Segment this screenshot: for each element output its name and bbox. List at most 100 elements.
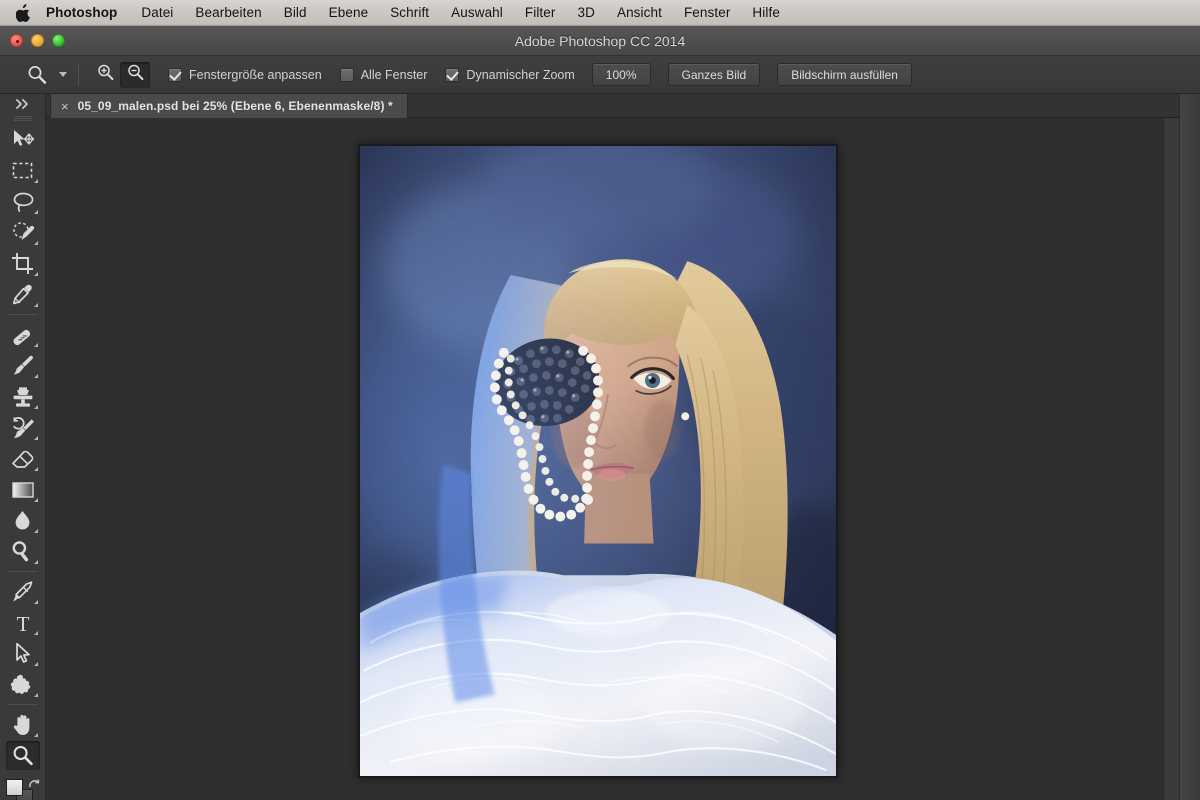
healing-brush-tool-icon (13, 329, 31, 345)
expand-panel-button[interactable] (0, 94, 45, 112)
gradient-tool[interactable] (0, 474, 45, 505)
canvas-workspace[interactable] (46, 118, 1163, 800)
tools-divider-1 (7, 314, 38, 315)
zoom-out-button[interactable] (120, 61, 150, 88)
move-tool[interactable] (0, 124, 45, 155)
color-swatches (0, 775, 45, 800)
apple-logo-icon[interactable] (14, 3, 32, 23)
canvas-vertical-scrollbar[interactable] (1163, 118, 1179, 800)
hand-tool-icon (13, 714, 29, 735)
scrubby-zoom-checkbox[interactable]: Dynamischer Zoom (445, 67, 575, 82)
collapsed-panels-dock[interactable] (1179, 94, 1200, 800)
menu-item-auswahl[interactable]: Auswahl (440, 0, 514, 26)
eyedropper-tool[interactable] (0, 279, 45, 310)
zoom-tool-icon (26, 64, 48, 86)
crop-tool[interactable] (0, 248, 45, 279)
zoom-out-icon (126, 63, 145, 87)
foreground-color-swatch[interactable] (6, 779, 23, 796)
menu-item-3d[interactable]: 3D (567, 0, 606, 26)
history-brush-tool[interactable] (0, 412, 45, 443)
brush-tool[interactable] (0, 350, 45, 381)
portrait-photo (360, 146, 836, 776)
zoom-in-button[interactable] (90, 62, 120, 88)
checkbox-box (445, 67, 460, 82)
brush-tool-icon (13, 355, 33, 375)
zoom-in-icon (96, 63, 115, 87)
lasso-tool-icon (13, 192, 33, 212)
menu-item-filter[interactable]: Filter (514, 0, 567, 26)
checkbox-box (168, 67, 182, 82)
photoshop-window: Photoshop Datei Bearbeiten Bild Ebene Sc… (0, 0, 1200, 800)
menu-item-schrift[interactable]: Schrift (379, 0, 440, 26)
quick-selection-tool-icon (13, 222, 35, 240)
menu-item-ebene[interactable]: Ebene (318, 0, 380, 26)
pen-tool[interactable] (0, 576, 45, 607)
document-tab[interactable]: × 05_09_malen.psd bei 25% (Ebene 6, Eben… (50, 94, 408, 118)
options-separator-1 (78, 63, 79, 86)
fit-screen-button[interactable]: Ganzes Bild (667, 63, 761, 86)
checkbox-box (339, 67, 354, 82)
os-menu-bar: Photoshop Datei Bearbeiten Bild Ebene Sc… (0, 0, 1200, 26)
tool-options-bar: Fenstergröße anpassen Alle Fenster Dynam… (0, 56, 1200, 94)
spot-healing-brush-tool[interactable] (0, 319, 45, 350)
swap-colors-icon[interactable] (27, 777, 41, 794)
resize-windows-to-fit-checkbox[interactable]: Fenstergröße anpassen (168, 67, 322, 82)
pen-tool-icon (12, 580, 32, 602)
document-canvas-frame (358, 144, 838, 778)
menu-item-datei[interactable]: Datei (130, 0, 184, 26)
move-tool-icon (13, 129, 34, 146)
checkbox-label: Dynamischer Zoom (466, 67, 575, 82)
zoom-tool-icon (13, 746, 33, 766)
zoom-100-button[interactable]: 100% (591, 63, 651, 86)
tools-divider-2 (7, 571, 38, 572)
eyedropper-tool-icon (12, 284, 32, 304)
menu-item-photoshop[interactable]: Photoshop (42, 0, 130, 26)
clone-stamp-tool-icon (13, 386, 32, 407)
zoom-all-windows-checkbox[interactable]: Alle Fenster (339, 67, 428, 82)
tools-panel-grip[interactable] (0, 112, 45, 124)
menu-item-fenster[interactable]: Fenster (673, 0, 741, 26)
menu-item-bild[interactable]: Bild (273, 0, 318, 26)
eraser-tool[interactable] (0, 443, 45, 474)
close-icon[interactable]: × (61, 100, 69, 113)
custom-shape-tool-icon (10, 674, 31, 694)
type-tool-icon: T (16, 612, 29, 634)
fill-screen-button[interactable]: Bildschirm ausfüllen (777, 63, 912, 86)
os-menu-items: Photoshop Datei Bearbeiten Bild Ebene Sc… (42, 0, 791, 26)
path-selection-tool[interactable] (0, 638, 45, 669)
checkbox-label: Fenstergröße anpassen (189, 67, 322, 82)
application-title-bar: Adobe Photoshop CC 2014 (0, 26, 1200, 56)
gradient-tool-icon (11, 481, 34, 498)
chevron-down-icon[interactable] (59, 72, 67, 77)
menu-item-ansicht[interactable]: Ansicht (606, 0, 673, 26)
hand-tool[interactable] (0, 709, 45, 740)
window-title: Adobe Photoshop CC 2014 (514, 33, 686, 49)
clone-stamp-tool[interactable] (0, 381, 45, 412)
blur-tool[interactable] (0, 505, 45, 536)
document-tab-title: 05_09_malen.psd bei 25% (Ebene 6, Ebenen… (77, 99, 393, 113)
type-tool[interactable]: T (0, 607, 45, 638)
crop-tool-icon (12, 253, 33, 274)
checkbox-label: Alle Fenster (360, 67, 428, 82)
menu-item-bearbeiten[interactable]: Bearbeiten (184, 0, 272, 26)
canvas-image[interactable] (360, 146, 836, 776)
menu-item-hilfe[interactable]: Hilfe (741, 0, 791, 26)
path-selection-tool-icon (15, 642, 30, 663)
lasso-tool[interactable] (0, 186, 45, 217)
double-chevron-right-icon (15, 99, 28, 109)
history-brush-tool-icon (12, 416, 34, 438)
zoom-tool[interactable] (0, 740, 45, 771)
document-tab-bar: × 05_09_malen.psd bei 25% (Ebene 6, Eben… (46, 94, 1200, 118)
active-tool-preset-picker[interactable] (26, 64, 67, 86)
quick-selection-tool[interactable] (0, 217, 45, 248)
blur-tool-icon (15, 511, 30, 530)
dodge-tool-icon (12, 541, 28, 562)
tools-divider-3 (7, 704, 38, 705)
dodge-tool[interactable] (0, 536, 45, 567)
eraser-tool-icon (12, 450, 34, 468)
marquee-tool-icon (12, 162, 33, 178)
svg-text:T: T (16, 612, 29, 634)
tools-panel: T (0, 94, 46, 800)
custom-shape-tool[interactable] (0, 669, 45, 700)
rectangular-marquee-tool[interactable] (0, 155, 45, 186)
